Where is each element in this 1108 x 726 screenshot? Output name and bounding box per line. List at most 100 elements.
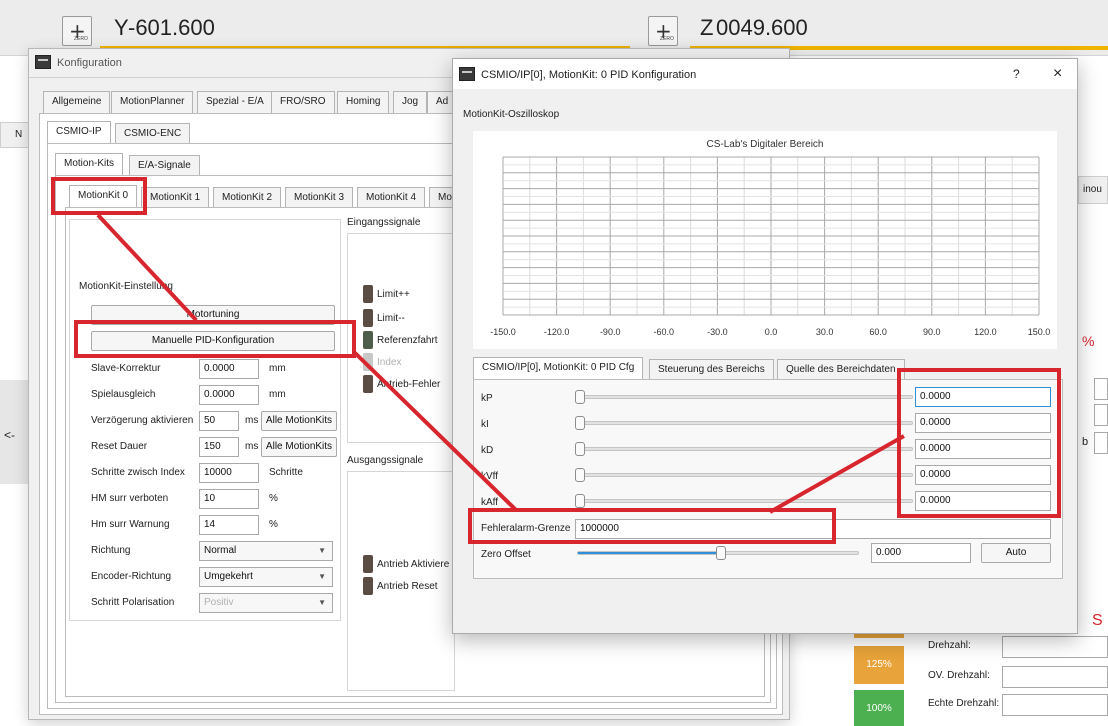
spielausgleich-field[interactable]: 0.0000 [199, 385, 259, 405]
app-icon [35, 55, 51, 69]
background-b-text: b [1082, 436, 1089, 448]
background-tab[interactable]: N [0, 122, 30, 148]
hm-surr-warnung-field[interactable]: 14 [199, 515, 259, 535]
all-motionkits-button[interactable]: Alle MotionKits [261, 437, 337, 457]
tab-pid-cfg[interactable]: CSMIO/IP[0], MotionKit: 0 PID Cfg [473, 357, 644, 380]
tab-homing[interactable]: Homing [337, 91, 390, 113]
schritte-index-label: Schritte zwisch Index [91, 467, 185, 478]
help-button[interactable]: ? [1013, 67, 1020, 81]
x-tick-label: 0.0 [765, 327, 778, 337]
y-axis-label: Y [114, 15, 129, 40]
kp-slider-handle[interactable] [575, 390, 585, 404]
kd-slider-handle[interactable] [575, 442, 585, 456]
tab-steuerung-bereich[interactable]: Steuerung des Bereichs [649, 359, 774, 381]
spindle-field [1002, 694, 1108, 716]
x-tick-label: -120.0 [544, 327, 570, 337]
tab-spezial-ea[interactable]: Spezial - E/A [197, 91, 273, 113]
richtung-select[interactable]: Normal ▼ [199, 541, 333, 561]
unit-label: % [269, 519, 278, 530]
x-tick-label: -30.0 [707, 327, 728, 337]
chevron-down-icon: ▼ [318, 572, 326, 581]
antrieb-reset-label: Antrieb Reset [377, 581, 438, 592]
ki-slider-handle[interactable] [575, 416, 585, 430]
unit-label: Schritte [269, 467, 303, 478]
x-tick-label: 60.0 [869, 327, 887, 337]
schritt-polarisation-label: Schritt Polarisation [91, 597, 175, 608]
index-label: Index [377, 357, 402, 368]
background-arrow-text: <- [4, 428, 16, 442]
speed-box-125[interactable]: 125% [854, 646, 904, 684]
antrieb-fehler-led [363, 375, 373, 393]
antrieb-aktiviere-led [363, 555, 373, 573]
tab-fro-sro[interactable]: FRO/SRO [271, 91, 335, 113]
tab-csmio-ip[interactable]: CSMIO-IP [47, 121, 111, 144]
speed-box-100[interactable]: 100% [854, 690, 904, 726]
x-tick-label: 90.0 [923, 327, 941, 337]
zero-offset-field[interactable]: 0.000 [871, 543, 971, 563]
tab-jog[interactable]: Jog [393, 91, 428, 113]
reset-dauer-label: Reset Dauer [91, 441, 148, 452]
oscilloscope-chart: CS-Lab's Digitaler Bereich -150.0 -120.0-… [473, 131, 1057, 349]
all-motionkits-button[interactable]: Alle MotionKits [261, 411, 337, 431]
slave-korrektur-field[interactable]: 0.0000 [199, 359, 259, 379]
unit-label: ms [245, 441, 259, 452]
schritte-index-field[interactable]: 10000 [199, 463, 259, 483]
background-field[interactable] [1094, 404, 1108, 426]
background-field[interactable] [1094, 432, 1108, 454]
hm-surr-verboten-field[interactable]: 10 [199, 489, 259, 509]
kvff-slider[interactable] [577, 473, 913, 477]
verzoegerung-field[interactable]: 50 [199, 411, 239, 431]
tab-quelle-bereichdaten[interactable]: Quelle des Bereichdaten [777, 359, 905, 381]
app-icon [459, 67, 475, 81]
encoder-richtung-select[interactable]: Umgekehrt ▼ [199, 567, 333, 587]
zero-z-button[interactable]: + ZERO [648, 16, 678, 46]
y-axis-value: -601.600 [128, 15, 215, 40]
background-tab-label: N [15, 129, 23, 140]
output-signals-title: Ausgangssignale [347, 455, 424, 466]
zero-offset-slider-fill [578, 552, 722, 554]
zero-y-button[interactable]: + ZERO [62, 16, 92, 46]
background-field[interactable] [1094, 378, 1108, 400]
tab-csmio-enc[interactable]: CSMIO-ENC [115, 123, 191, 145]
zero-icon-label: ZERO [660, 36, 674, 42]
chart-title: CS-Lab's Digitaler Bereich [707, 139, 824, 150]
oscilloscope-label: MotionKit-Oszilloskop [463, 109, 560, 120]
background-right-text: inou [1083, 184, 1102, 195]
referenzfahrt-led [363, 331, 373, 349]
speed-box-label: 100% [866, 703, 892, 714]
x-tick-label: -60.0 [654, 327, 675, 337]
kvff-slider-handle[interactable] [575, 468, 585, 482]
background-right-field: inou [1078, 176, 1108, 204]
annotation-box-manual-pid [74, 320, 356, 358]
zero-offset-label: Zero Offset [481, 549, 531, 560]
kd-slider[interactable] [577, 447, 913, 451]
kp-slider[interactable] [577, 395, 913, 399]
spindle-label: Drehzahl: [928, 640, 971, 651]
annotation-box-param-fields [897, 368, 1061, 518]
zero-offset-slider-handle[interactable] [715, 546, 726, 560]
close-button[interactable]: × [1053, 65, 1062, 83]
tab-motion-kits[interactable]: Motion-Kits [55, 153, 124, 176]
tab-motionkit-4[interactable]: MotionKit 4 [357, 187, 426, 209]
richtung-label: Richtung [91, 545, 131, 556]
annotation-box-fault-limit [468, 508, 836, 544]
hm-surr-warnung-label: Hm surr Warnung [91, 519, 170, 530]
tab-ea-signale[interactable]: E/A-Signale [129, 155, 200, 177]
tab-motionkit-2[interactable]: MotionKit 2 [213, 187, 282, 209]
kaff-slider-handle[interactable] [575, 494, 585, 508]
tab-allgemeine[interactable]: Allgemeine [43, 91, 111, 113]
background-s-text: S [1092, 612, 1103, 629]
zero-icon-label: ZERO [74, 36, 88, 42]
kp-label: kP [481, 393, 493, 404]
chevron-down-icon: ▼ [318, 546, 326, 555]
kaff-slider[interactable] [577, 499, 913, 503]
tab-motionkit-3[interactable]: MotionKit 3 [285, 187, 354, 209]
schritt-polarisation-select: Positiv ▼ [199, 593, 333, 613]
auto-button[interactable]: Auto [981, 543, 1051, 563]
annotation-box-motionkit-tab [51, 177, 147, 215]
ki-slider[interactable] [577, 421, 913, 425]
tab-motionkit-1[interactable]: MotionKit 1 [141, 187, 210, 209]
tab-motionplanner[interactable]: MotionPlanner [111, 91, 194, 113]
reset-dauer-field[interactable]: 150 [199, 437, 239, 457]
speed-box-label: 125% [866, 659, 892, 670]
